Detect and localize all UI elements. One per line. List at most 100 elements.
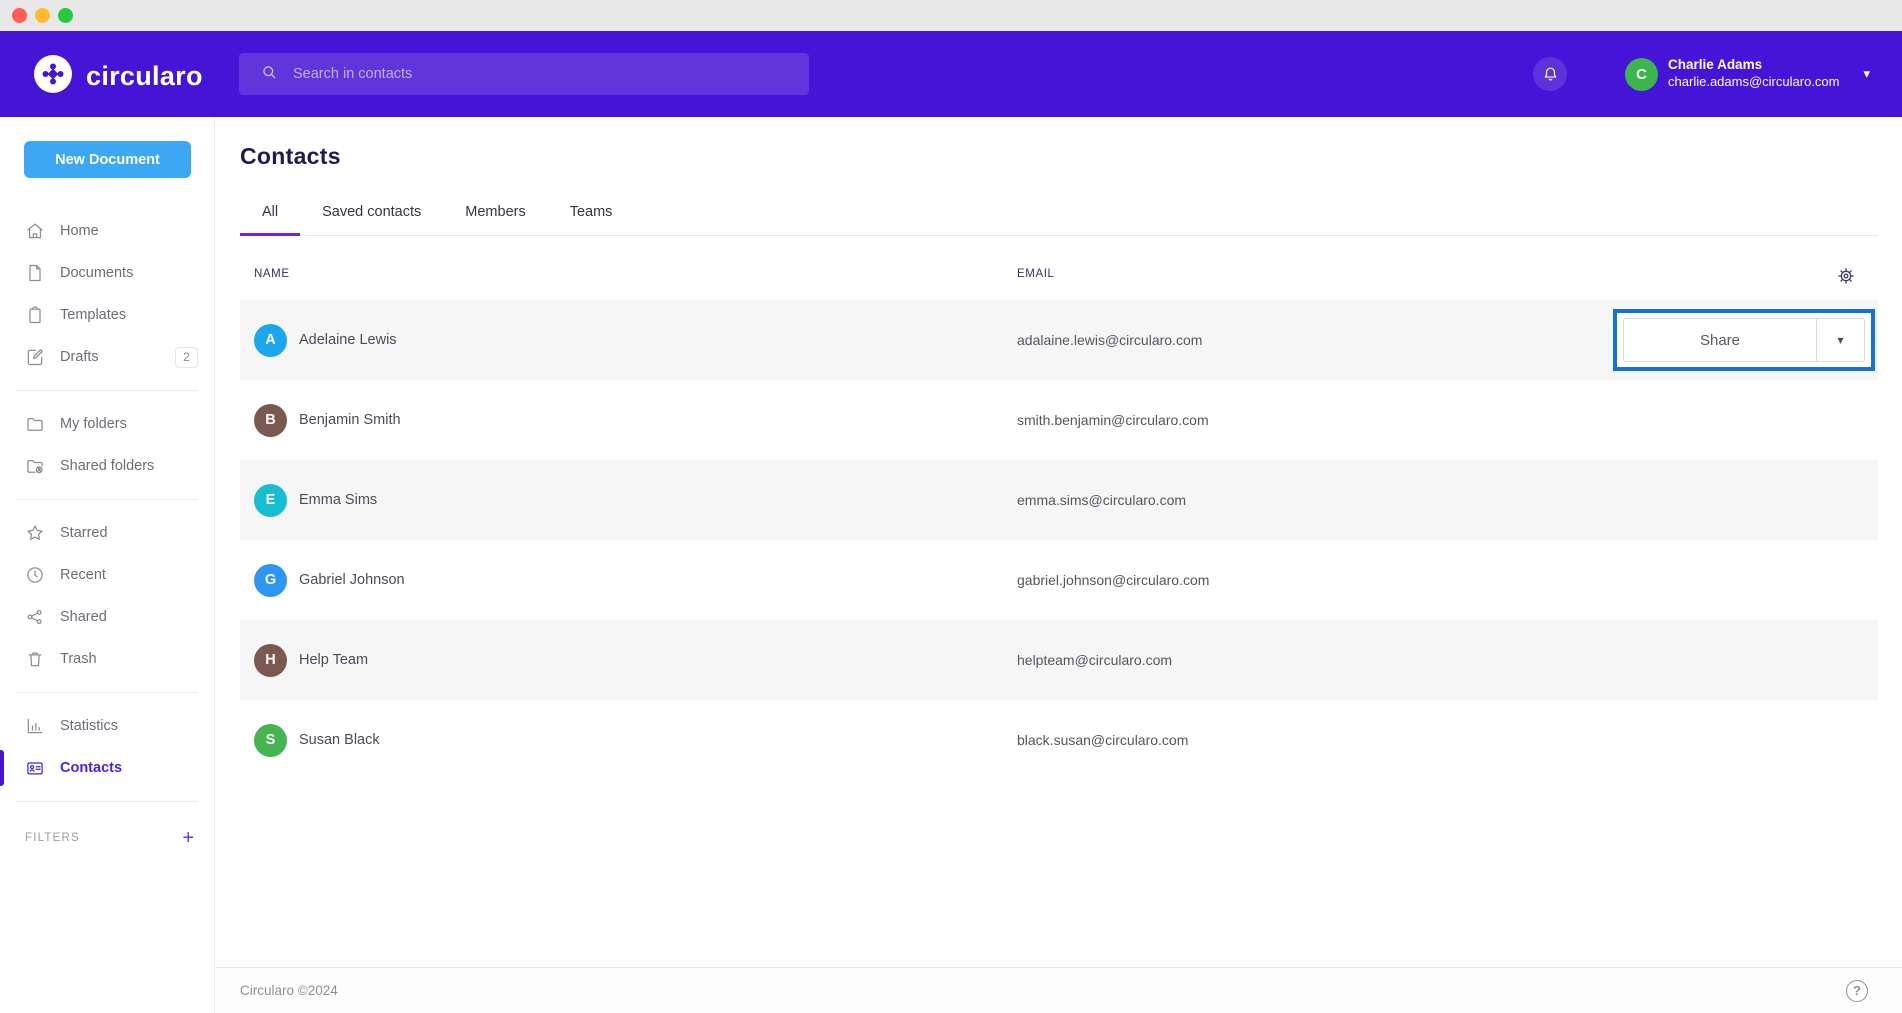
clock-icon bbox=[25, 565, 45, 585]
sidebar-item-shared[interactable]: Shared bbox=[0, 596, 214, 638]
table-row[interactable]: G Gabriel Johnson gabriel.johnson@circular… bbox=[240, 540, 1878, 620]
search-icon bbox=[260, 63, 278, 86]
main-content: Contacts AllSaved contactsMembersTeams N… bbox=[216, 117, 1902, 1013]
table-row[interactable]: B Benjamin Smith smith.benjamin@circularo.… bbox=[240, 380, 1878, 460]
contact-name: Gabriel Johnson bbox=[299, 572, 405, 588]
sidebar-item-label: Shared folders bbox=[60, 458, 154, 474]
tab-saved-contacts[interactable]: Saved contacts bbox=[300, 204, 443, 235]
contact-name: Susan Black bbox=[299, 732, 380, 748]
share-button[interactable]: Share bbox=[1624, 319, 1816, 361]
folder-shared-icon bbox=[25, 456, 45, 476]
page-title: Contacts bbox=[240, 143, 1878, 170]
contact-avatar: B bbox=[254, 404, 287, 437]
minimize-window-button[interactable] bbox=[35, 8, 50, 23]
draft-icon bbox=[25, 347, 45, 367]
sidebar-item-label: Documents bbox=[60, 265, 133, 281]
sidebar-item-label: Contacts bbox=[60, 760, 122, 776]
contact-name: Adelaine Lewis bbox=[299, 332, 397, 348]
tab-members[interactable]: Members bbox=[443, 204, 547, 235]
sidebar-item-label: Trash bbox=[60, 651, 97, 667]
app-window: circularo C Charlie Adams char bbox=[0, 0, 1902, 1013]
chevron-down-icon: ▾ bbox=[1863, 66, 1870, 82]
sidebar-item-label: Statistics bbox=[60, 718, 118, 734]
table-settings-gear-icon[interactable] bbox=[1836, 266, 1856, 291]
contact-email: black.susan@circularo.com bbox=[1017, 732, 1878, 748]
sidebar-divider bbox=[16, 692, 198, 693]
contact-name: Help Team bbox=[299, 652, 368, 668]
share-icon bbox=[25, 607, 45, 627]
sidebar-item-contacts[interactable]: Contacts bbox=[0, 747, 214, 789]
contact-avatar: E bbox=[254, 484, 287, 517]
contact-email: smith.benjamin@circularo.com bbox=[1017, 412, 1878, 428]
table-row[interactable]: S Susan Black black.susan@circularo.com bbox=[240, 700, 1878, 780]
table-row[interactable]: E Emma Sims emma.sims@circularo.com bbox=[240, 460, 1878, 540]
template-icon bbox=[25, 305, 45, 325]
folder-icon bbox=[25, 414, 45, 434]
brand-name: circularo bbox=[86, 61, 203, 92]
help-icon[interactable]: ? bbox=[1846, 980, 1868, 1002]
app-header: circularo C Charlie Adams char bbox=[0, 31, 1902, 117]
contact-avatar: S bbox=[254, 724, 287, 757]
contact-name: Benjamin Smith bbox=[299, 412, 401, 428]
search-bar[interactable] bbox=[239, 53, 809, 95]
contact-avatar: A bbox=[254, 324, 287, 357]
user-menu[interactable]: C Charlie Adams charlie.adams@circularo.… bbox=[1625, 57, 1870, 90]
sidebar-divider bbox=[16, 801, 198, 802]
home-icon bbox=[25, 221, 45, 241]
contact-email: helpteam@circularo.com bbox=[1017, 652, 1878, 668]
sidebar-item-statistics[interactable]: Statistics bbox=[0, 705, 214, 747]
contacts-tabs: AllSaved contactsMembersTeams bbox=[240, 204, 1878, 236]
id-card-icon bbox=[25, 758, 45, 778]
sidebar-item-starred[interactable]: Starred bbox=[0, 512, 214, 554]
sidebar-item-documents[interactable]: Documents bbox=[0, 252, 214, 294]
share-dropdown-button[interactable]: ▾ bbox=[1816, 319, 1864, 361]
sidebar-item-label: Starred bbox=[60, 525, 108, 541]
sidebar-item-my-folders[interactable]: My folders bbox=[0, 403, 214, 445]
contact-avatar: G bbox=[254, 564, 287, 597]
sidebar-item-label: Shared bbox=[60, 609, 107, 625]
sidebar-item-shared-folders[interactable]: Shared folders bbox=[0, 445, 214, 487]
sidebar-item-label: Templates bbox=[60, 307, 126, 323]
sidebar-item-label: My folders bbox=[60, 416, 127, 432]
sidebar-item-trash[interactable]: Trash bbox=[0, 638, 214, 680]
sidebar-item-label: Home bbox=[60, 223, 99, 239]
close-window-button[interactable] bbox=[12, 8, 27, 23]
user-avatar: C bbox=[1625, 58, 1658, 91]
sidebar-divider bbox=[16, 390, 198, 391]
circularo-logo-icon bbox=[33, 54, 73, 99]
contacts-table: AAdelaine Lewisadalaine.lewis@circularo.… bbox=[240, 300, 1878, 780]
contact-name: Emma Sims bbox=[299, 492, 377, 508]
column-header-email: EMAIL bbox=[1017, 268, 1878, 280]
table-row[interactable]: AAdelaine Lewisadalaine.lewis@circularo.… bbox=[240, 300, 1878, 380]
table-header: NAME EMAIL bbox=[240, 268, 1878, 280]
copyright-text: Circularo ©2024 bbox=[240, 983, 338, 998]
chart-icon bbox=[25, 716, 45, 736]
footer: Circularo ©2024 ? bbox=[216, 967, 1902, 1013]
search-input[interactable] bbox=[293, 66, 809, 82]
contact-email: gabriel.johnson@circularo.com bbox=[1017, 572, 1878, 588]
titlebar bbox=[0, 0, 1902, 31]
sidebar-item-home[interactable]: Home bbox=[0, 210, 214, 252]
sidebar-item-drafts[interactable]: Drafts2 bbox=[0, 336, 214, 378]
column-header-name: NAME bbox=[254, 268, 1017, 280]
contact-name-cell: G Gabriel Johnson bbox=[254, 564, 1017, 597]
sidebar-item-label: Drafts bbox=[60, 349, 99, 365]
sidebar-nav: Home Documents Templates Drafts2 My folders S… bbox=[0, 210, 214, 802]
star-icon bbox=[25, 523, 45, 543]
filters-label: FILTERS bbox=[25, 832, 80, 844]
bell-icon bbox=[1541, 65, 1560, 84]
sidebar-item-templates[interactable]: Templates bbox=[0, 294, 214, 336]
contact-email: emma.sims@circularo.com bbox=[1017, 492, 1878, 508]
sidebar-divider bbox=[16, 499, 198, 500]
brand-logo[interactable]: circularo bbox=[33, 54, 203, 99]
tab-teams[interactable]: Teams bbox=[548, 204, 635, 235]
notifications-bell-button[interactable] bbox=[1533, 57, 1567, 91]
contact-name-cell: E Emma Sims bbox=[254, 484, 1017, 517]
add-filter-button[interactable]: + bbox=[182, 828, 194, 848]
new-document-button[interactable]: New Document bbox=[24, 141, 191, 178]
sidebar-item-recent[interactable]: Recent bbox=[0, 554, 214, 596]
maximize-window-button[interactable] bbox=[58, 8, 73, 23]
user-info: Charlie Adams charlie.adams@circularo.co… bbox=[1668, 57, 1839, 90]
table-row[interactable]: HHelp Teamhelpteam@circularo.com bbox=[240, 620, 1878, 700]
tab-all[interactable]: All bbox=[240, 204, 300, 235]
